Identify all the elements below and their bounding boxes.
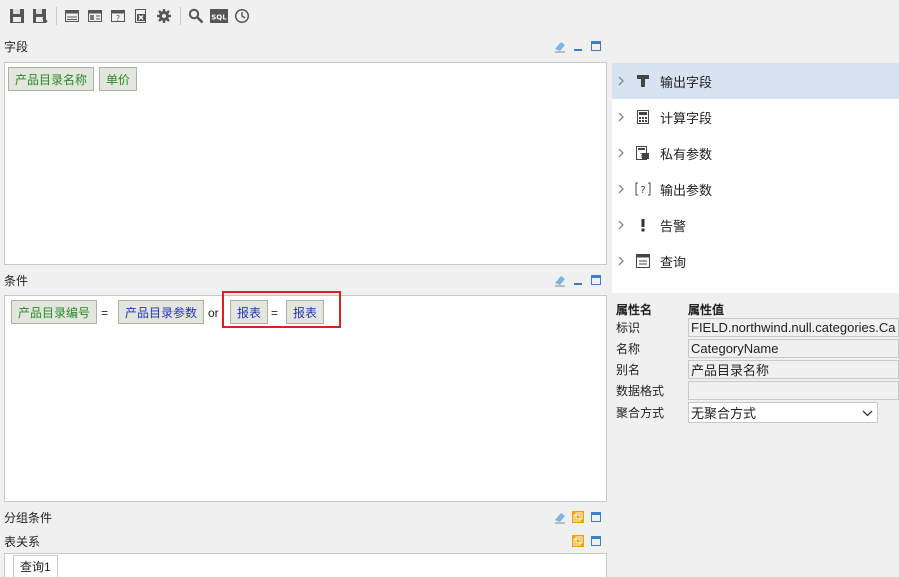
export-icon[interactable] (130, 5, 152, 27)
condition-right-chip[interactable]: 产品目录参数 (118, 300, 205, 324)
private-param-icon: ? (635, 145, 651, 161)
property-row: 别名 产品目录名称 (612, 359, 899, 380)
condition-left-chip[interactable]: 产品目录编号 (11, 300, 98, 324)
property-label: 别名 (616, 363, 641, 377)
property-row: 聚合方式 无聚合方式 (612, 402, 899, 423)
group-section-tools (553, 505, 603, 529)
fields-section-header: 字段 (0, 34, 607, 58)
fields-panel: 产品目录名称 单价 (4, 62, 607, 265)
highlight-box (222, 291, 341, 328)
save-as-icon[interactable] (29, 5, 51, 27)
conditions-panel: 产品目录编号 = 产品目录参数 or 报表 = 报表 (4, 291, 607, 502)
clock-icon[interactable] (231, 5, 253, 27)
chevron-right-icon[interactable] (617, 220, 627, 230)
chevron-right-icon[interactable] (617, 76, 627, 86)
parameter-icon[interactable]: ? (107, 5, 129, 27)
toolbar: ? SQL (0, 0, 899, 32)
tree-item-label: 查询 (660, 254, 687, 270)
aggregation-select[interactable]: 无聚合方式 (688, 402, 878, 423)
eraser-icon[interactable] (553, 273, 567, 287)
restore-icon[interactable] (571, 510, 585, 524)
tree-item-label: 输出参数 (660, 182, 713, 198)
tree-item-output-fields[interactable]: 输出字段 (612, 63, 899, 99)
table-view-icon[interactable] (61, 5, 83, 27)
property-row: 名称 CategoryName (612, 338, 899, 359)
relation-section-header: 表关系 (0, 529, 607, 553)
group-section-title: 分组条件 (4, 510, 53, 525)
chevron-right-icon[interactable] (617, 256, 627, 266)
maximize-icon[interactable] (589, 534, 603, 548)
property-grid: 属性名 属性值 标识 FIELD.northwind.null.categori… (612, 298, 899, 577)
property-name-field[interactable]: CategoryName (688, 339, 899, 358)
minimize-icon[interactable] (571, 273, 585, 287)
condition-connector[interactable]: or (208, 306, 219, 320)
conditions-section-header: 条件 (0, 268, 607, 292)
condition-operator[interactable]: = (101, 306, 108, 320)
svg-text:?: ? (116, 14, 120, 23)
resource-tree: 输出字段 计算字段 ? 私有参数 ? 输出参数 告警 查询 (612, 63, 899, 293)
minimize-icon[interactable] (571, 39, 585, 53)
field-chip[interactable]: 产品目录名称 (8, 67, 95, 91)
conditions-section-tools (553, 268, 603, 292)
chevron-right-icon[interactable] (617, 112, 627, 122)
toolbar-separator (180, 7, 181, 25)
save-icon[interactable] (6, 5, 28, 27)
property-name-header: 属性名 (616, 303, 653, 317)
property-value-header: 属性值 (688, 303, 725, 317)
sql-icon[interactable]: SQL (208, 5, 230, 27)
property-format-field[interactable] (688, 381, 899, 400)
maximize-icon[interactable] (589, 273, 603, 287)
query-icon (635, 253, 651, 269)
maximize-icon[interactable] (589, 510, 603, 524)
property-alias-field[interactable]: 产品目录名称 (688, 360, 899, 379)
output-param-icon: ? (635, 181, 651, 197)
tree-item-calc-fields[interactable]: 计算字段 (612, 99, 899, 135)
search-icon[interactable] (185, 5, 207, 27)
property-label: 标识 (616, 321, 641, 335)
chevron-right-icon[interactable] (617, 148, 627, 158)
field-chip[interactable]: 单价 (99, 67, 138, 91)
toolbar-separator (56, 7, 57, 25)
maximize-icon[interactable] (589, 39, 603, 53)
tree-item-label: 私有参数 (660, 146, 713, 162)
layout-icon[interactable] (84, 5, 106, 27)
settings-gear-icon[interactable] (153, 5, 175, 27)
group-section-header: 分组条件 (0, 505, 607, 529)
property-row: 标识 FIELD.northwind.null.categories.Ca (612, 317, 899, 338)
relation-panel (4, 553, 607, 577)
chevron-right-icon[interactable] (617, 184, 627, 194)
eraser-icon[interactable] (553, 39, 567, 53)
svg-text:?: ? (640, 152, 644, 160)
tree-item-label: 计算字段 (660, 110, 713, 126)
tree-item-private-params[interactable]: ? 私有参数 (612, 135, 899, 171)
fields-section-tools (553, 34, 603, 58)
property-label: 聚合方式 (616, 406, 665, 420)
tree-item-output-params[interactable]: ? 输出参数 (612, 171, 899, 207)
chevron-down-icon[interactable] (862, 405, 873, 420)
alert-icon (635, 217, 651, 233)
output-field-icon (635, 73, 651, 89)
tree-item-label: 告警 (660, 218, 687, 234)
restore-icon[interactable] (571, 534, 585, 548)
eraser-icon[interactable] (553, 510, 567, 524)
tree-item-queries[interactable]: 查询 (612, 243, 899, 279)
property-label: 名称 (616, 342, 641, 356)
aggregation-select-value: 无聚合方式 (691, 406, 757, 421)
property-row: 数据格式 (612, 380, 899, 401)
relation-section-title: 表关系 (4, 534, 41, 549)
property-id-field[interactable]: FIELD.northwind.null.categories.Ca (688, 318, 899, 337)
svg-text:?: ? (640, 185, 645, 196)
tree-item-label: 输出字段 (660, 74, 713, 90)
property-label: 数据格式 (616, 384, 665, 398)
calc-field-icon (635, 109, 651, 125)
fields-section-title: 字段 (4, 39, 29, 54)
tree-item-alerts[interactable]: 告警 (612, 207, 899, 243)
query-tab[interactable]: 查询1 (13, 555, 58, 577)
svg-text:SQL: SQL (211, 14, 227, 22)
conditions-section-title: 条件 (4, 273, 29, 288)
relation-section-tools (571, 529, 603, 553)
